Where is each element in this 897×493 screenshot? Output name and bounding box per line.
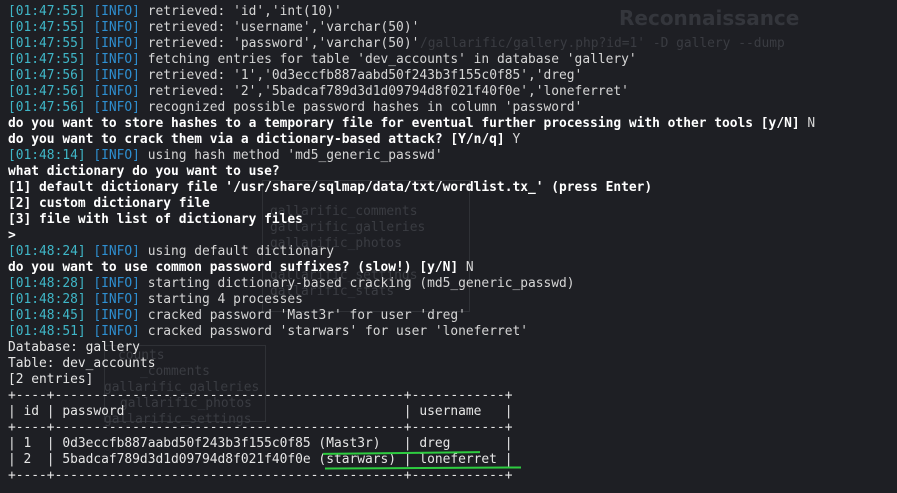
log-level: [INFO] [93, 52, 140, 67]
log-level: [INFO] [93, 68, 140, 83]
table-border-mid: +----+----------------------------------… [8, 420, 513, 435]
log-line: [01:47:56] [INFO] recognized possible pa… [8, 100, 897, 116]
log-message: cracked password 'starwars' for user 'lo… [139, 324, 528, 339]
log-timestamp: [01:47:56] [8, 100, 86, 115]
dictionary-option-1: [1] default dictionary file '/usr/share/… [8, 180, 653, 195]
table-border-top: +----+----------------------------------… [8, 388, 513, 403]
log-timestamp: [01:48:24] [8, 244, 86, 259]
log-message: retrieved: '2','5badcaf789d3d1d09794d8f0… [139, 84, 629, 99]
log-message: cracked password 'Mast3r' for user 'dreg… [139, 308, 466, 323]
log-timestamp: [01:48:28] [8, 292, 86, 307]
log-timestamp: [01:47:55] [8, 52, 86, 67]
log-line: [01:47:56] [INFO] retrieved: '1','0d3ecc… [8, 68, 897, 84]
log-message: using hash method 'md5_generic_passwd' [139, 148, 443, 163]
prompt-line-crack: do you want to crack them via a dictiona… [8, 132, 897, 148]
log-level: [INFO] [93, 100, 140, 115]
log-line: [01:47:55] [INFO] retrieved: 'id','int(1… [8, 4, 897, 20]
prompt-line-suffixes: do you want to use common password suffi… [8, 260, 897, 276]
log-line: [01:47:55] [INFO] fetching entries for t… [8, 52, 897, 68]
prompt-question: do you want to crack them via a dictiona… [8, 132, 505, 147]
log-message: starting 4 processes [139, 292, 303, 307]
log-level: [INFO] [93, 4, 140, 19]
log-message: retrieved: 'id','int(10)' [139, 4, 342, 19]
log-timestamp: [01:48:51] [8, 324, 86, 339]
dump-database: Database: gallery [8, 340, 140, 355]
log-message: retrieved: '1','0d3eccfb887aabd50f243b3f… [139, 68, 583, 83]
log-line: [01:48:14] [INFO] using hash method 'md5… [8, 148, 897, 164]
log-timestamp: [01:48:28] [8, 276, 86, 291]
log-timestamp: [01:47:56] [8, 68, 86, 83]
log-message: recognized possible password hashes in c… [139, 100, 583, 115]
log-message: retrieved: 'password','varchar(50)' [139, 36, 420, 51]
prompt-answer: N [799, 116, 816, 131]
log-level: [INFO] [93, 324, 140, 339]
log-level: [INFO] [93, 148, 140, 163]
log-message: retrieved: 'username','varchar(50)' [139, 20, 420, 35]
input-cursor: > [8, 228, 16, 243]
log-timestamp: [01:47:56] [8, 84, 86, 99]
log-level: [INFO] [93, 308, 140, 323]
prompt-question: do you want to store hashes to a tempora… [8, 116, 800, 131]
log-line: [01:48:28] [INFO] starting dictionary-ba… [8, 276, 897, 292]
table-header: | id | password | username | [8, 404, 513, 419]
log-level: [INFO] [93, 84, 140, 99]
log-level: [INFO] [93, 20, 140, 35]
prompt-question: do you want to use common password suffi… [8, 260, 459, 275]
log-timestamp: [01:47:55] [8, 4, 86, 19]
dictionary-question: what dictionary do you want to use? [8, 164, 280, 179]
table-row: | 2 | 5badcaf789d3d1d09794d8f021f40f0e (… [8, 452, 513, 467]
log-line: [01:48:28] [INFO] starting 4 processes [8, 292, 897, 308]
log-line: [01:47:56] [INFO] retrieved: '2','5badca… [8, 84, 897, 100]
log-line: [01:48:51] [INFO] cracked password 'star… [8, 324, 897, 340]
dump-table: Table: dev_accounts [8, 356, 156, 371]
log-line: [01:48:24] [INFO] using default dictiona… [8, 244, 897, 260]
table-row: | 1 | 0d3eccfb887aabd50f243b3f155c0f85 (… [8, 436, 513, 451]
log-level: [INFO] [93, 244, 140, 259]
log-level: [INFO] [93, 292, 140, 307]
prompt-answer: N [458, 260, 474, 275]
log-message: using default dictionary [139, 244, 334, 259]
log-line: [01:47:55] [INFO] retrieved: 'password',… [8, 36, 897, 52]
prompt-line-store-hashes: do you want to store hashes to a tempora… [8, 116, 897, 132]
table-border-bottom: +----+----------------------------------… [8, 468, 513, 483]
terminal-output: [01:47:55] [INFO] retrieved: 'id','int(1… [8, 4, 897, 484]
log-timestamp: [01:47:55] [8, 36, 86, 51]
log-message: fetching entries for table 'dev_accounts… [139, 52, 637, 67]
prompt-answer: Y [504, 132, 521, 147]
log-timestamp: [01:47:55] [8, 20, 86, 35]
log-level: [INFO] [93, 36, 140, 51]
log-message: starting dictionary-based cracking (md5_… [139, 276, 575, 291]
dictionary-option-2: [2] custom dictionary file [8, 196, 210, 211]
dictionary-option-3: [3] file with list of dictionary files [8, 212, 303, 227]
dump-entries: [2 entries] [8, 372, 94, 387]
log-line: [01:47:55] [INFO] retrieved: 'username',… [8, 20, 897, 36]
log-line: [01:48:45] [INFO] cracked password 'Mast… [8, 308, 897, 324]
log-level: [INFO] [93, 276, 140, 291]
terminal-window[interactable]: Reconnaissance /gallarific/gallery.php?i… [0, 0, 897, 493]
log-timestamp: [01:48:45] [8, 308, 86, 323]
log-timestamp: [01:48:14] [8, 148, 86, 163]
